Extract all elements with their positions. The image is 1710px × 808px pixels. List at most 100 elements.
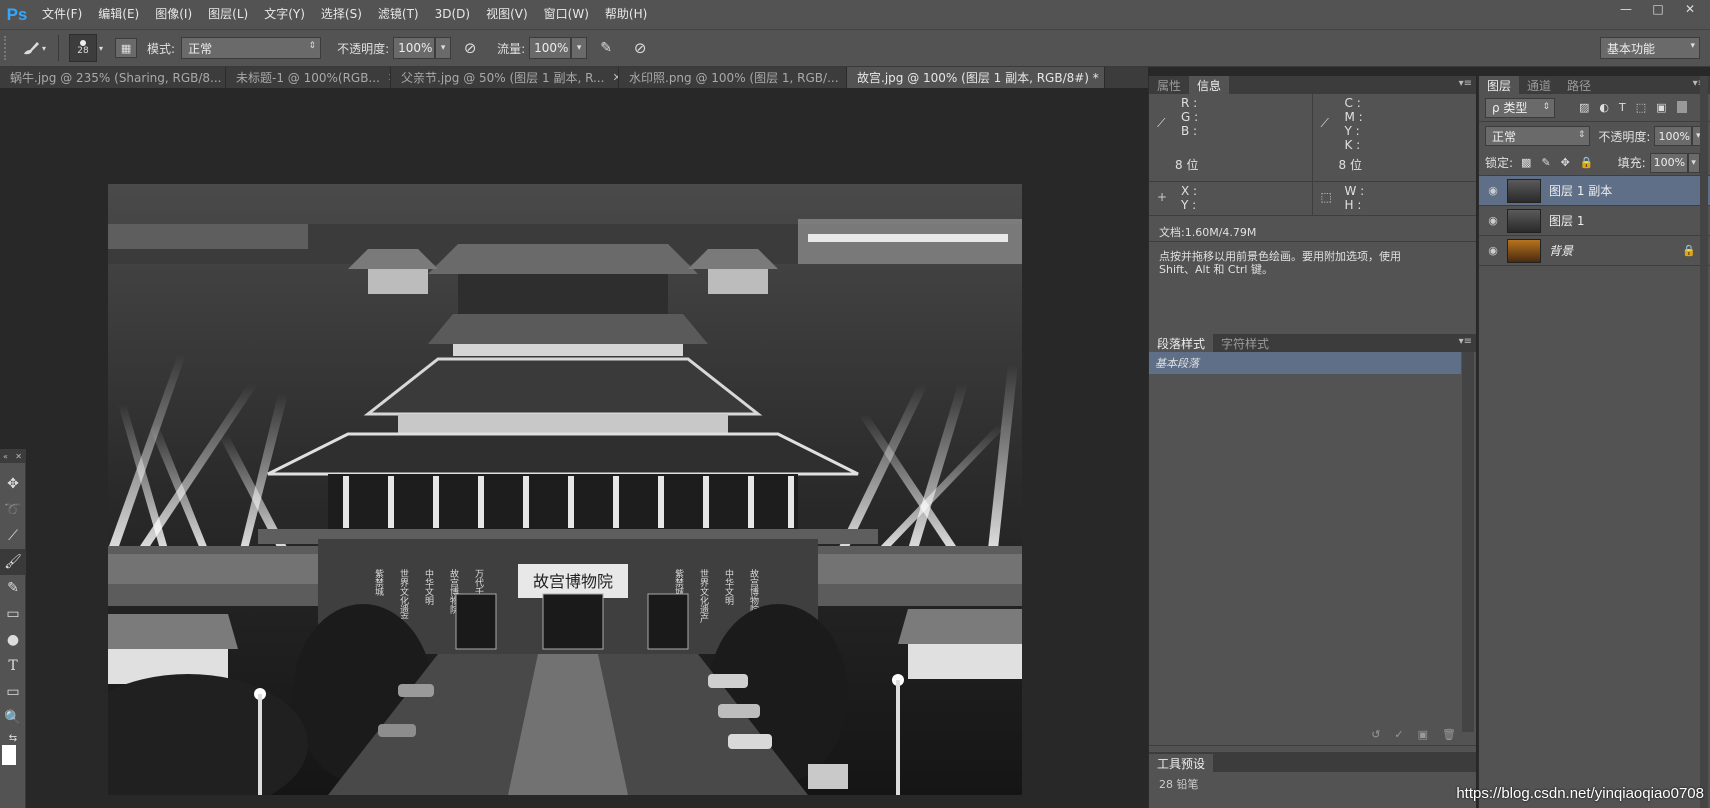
panel-menu-icon[interactable]: ▾≡ — [1459, 78, 1472, 89]
doc-tab-label: 蜗牛.jpg @ 235% (Sharing, RGB/8... — [10, 71, 222, 85]
menu-layer[interactable]: 图层(L) — [200, 0, 256, 29]
foreground-color-swatch[interactable] — [2, 745, 16, 765]
layer-row-background[interactable]: ◉ 背景 🔒 — [1479, 236, 1710, 266]
fill-field[interactable]: 100% — [1649, 152, 1688, 173]
menu-edit[interactable]: 编辑(E) — [90, 0, 147, 29]
chevron-down-icon[interactable]: ▾ — [99, 44, 103, 53]
opacity-dropdown-button[interactable]: ▾ — [435, 37, 452, 59]
flow-dropdown-button[interactable]: ▾ — [571, 37, 588, 59]
tab-layers[interactable]: 图层 — [1479, 76, 1520, 94]
tab-channels[interactable]: 通道 — [1519, 76, 1559, 94]
move-tool[interactable]: ✥ — [0, 471, 26, 497]
filter-shape-icon[interactable]: ⬚ — [1636, 101, 1646, 114]
redefine-style-icon[interactable]: ✓ — [1394, 728, 1403, 741]
shape-tool[interactable]: ▭ — [0, 679, 26, 705]
doc-tab-watermark[interactable]: 水印照.png @ 100% (图层 1, RGB/...✕ — [619, 67, 847, 88]
doc-tab-untitled[interactable]: 未标题-1 @ 100%(RGB...✕ — [226, 67, 391, 88]
menu-filter[interactable]: 滤镜(T) — [370, 0, 427, 29]
doc-tab-forbidden-city[interactable]: 故宫.jpg @ 100% (图层 1 副本, RGB/8#) *✕ — [847, 67, 1105, 88]
tab-properties[interactable]: 属性 — [1149, 76, 1189, 94]
collapse-icon[interactable]: « — [3, 452, 8, 461]
opacity-field[interactable]: 100% — [393, 37, 436, 59]
maximize-button[interactable]: □ — [1642, 0, 1674, 18]
tool-preset-item[interactable]: 28 铅笔 — [1149, 772, 1476, 796]
filter-pixel-icon[interactable]: ▨ — [1579, 101, 1589, 114]
lock-all-icon[interactable]: 🔒 — [1580, 156, 1594, 169]
eye-icon[interactable]: ◉ — [1479, 244, 1507, 257]
menu-window[interactable]: 窗口(W) — [536, 0, 597, 29]
brush-tool-preset-button[interactable]: ▾ — [18, 38, 48, 58]
window-controls: — □ ✕ — [1610, 0, 1706, 18]
workspace-value: 基本功能 — [1607, 41, 1656, 56]
paragraph-panel-tabs: 段落样式 字符样式 ▾≡ — [1149, 334, 1476, 352]
info-w-label: W : — [1344, 184, 1365, 198]
swap-colors-button[interactable]: ⇆ — [0, 731, 26, 745]
fill-dropdown[interactable]: ▾ — [1687, 152, 1700, 173]
dodge-tool[interactable]: ● — [0, 627, 26, 653]
eye-icon[interactable]: ◉ — [1479, 214, 1507, 227]
info-r-label: R : — [1181, 96, 1198, 110]
history-brush-tool[interactable]: ✎ — [0, 575, 26, 601]
doc-tab-snail[interactable]: 蜗牛.jpg @ 235% (Sharing, RGB/8...✕ — [0, 67, 226, 88]
layer-name: 图层 1 — [1549, 214, 1585, 228]
trash-icon[interactable]: 🗑 — [1442, 728, 1456, 741]
paragraph-style-item[interactable]: 基本段落 — [1149, 352, 1461, 374]
menu-file[interactable]: 文件(F) — [34, 0, 90, 29]
close-button[interactable]: ✕ — [1674, 0, 1706, 18]
brush-tool[interactable]: 🖌 — [0, 549, 26, 575]
layers-scrollbar[interactable] — [1700, 76, 1708, 808]
eye-icon[interactable]: ◉ — [1479, 184, 1507, 197]
brush-size-picker[interactable]: 28 — [69, 34, 97, 62]
panel-menu-icon[interactable]: ▾≡ — [1459, 336, 1472, 347]
tab-tool-presets[interactable]: 工具预设 — [1149, 754, 1214, 772]
tab-info[interactable]: 信息 — [1189, 76, 1230, 94]
paragraph-scrollbar[interactable] — [1462, 352, 1474, 732]
menu-3d[interactable]: 3D(D) — [427, 0, 478, 29]
flow-field[interactable]: 100% — [529, 37, 572, 59]
mode-select[interactable]: 正常 ⇕ — [181, 37, 322, 59]
brush-panel-toggle-icon[interactable]: ▦ — [115, 38, 138, 58]
gradient-tool[interactable]: ▭ — [0, 601, 26, 627]
type-tool[interactable]: T — [0, 653, 26, 679]
lock-transparent-icon[interactable]: ▩ — [1521, 156, 1531, 169]
layer-filter-value: ρ 类型 — [1492, 101, 1528, 115]
layer-opacity-field[interactable]: 100% — [1654, 126, 1693, 146]
zoom-tool[interactable]: 🔍 — [0, 705, 26, 731]
filter-smart-object-icon[interactable]: ▣ — [1656, 101, 1666, 114]
info-rgb-block: ⟋ R : G : B : 8 位 — [1149, 94, 1313, 181]
layer-filter-select[interactable]: ρ 类型 ⇕ — [1485, 97, 1555, 118]
mode-value: 正常 — [188, 41, 213, 56]
blend-mode-select[interactable]: 正常 ⇕ — [1485, 126, 1591, 146]
airbrush-icon[interactable]: ✎ — [595, 37, 617, 59]
minimize-button[interactable]: — — [1610, 0, 1642, 18]
filter-adjustment-icon[interactable]: ◐ — [1599, 101, 1609, 114]
clear-override-icon[interactable]: ↺ — [1371, 728, 1380, 741]
tab-paragraph-styles[interactable]: 段落样式 — [1149, 334, 1214, 352]
layer-name: 背景 — [1549, 244, 1574, 258]
eyedropper-tool[interactable]: ⟋ — [0, 523, 26, 549]
lasso-tool[interactable]: ➰ — [0, 497, 26, 523]
filter-toggle-icon[interactable] — [1676, 101, 1687, 113]
couplet-text-left: 世界文化遗产 — [398, 568, 409, 624]
doc-tab-label: 水印照.png @ 100% (图层 1, RGB/... — [629, 71, 839, 85]
tab-paths[interactable]: 路径 — [1559, 76, 1599, 94]
menu-type[interactable]: 文字(Y) — [256, 0, 313, 29]
layer-row-copy[interactable]: ◉ 图层 1 副本 — [1479, 176, 1710, 206]
new-style-icon[interactable]: ▣ — [1418, 728, 1428, 741]
workspace-select[interactable]: 基本功能 ▾ — [1600, 37, 1700, 59]
lock-image-icon[interactable]: ✎ — [1541, 156, 1550, 169]
menu-select[interactable]: 选择(S) — [313, 0, 370, 29]
menu-help[interactable]: 帮助(H) — [597, 0, 655, 29]
pressure-size-icon[interactable]: ⊘ — [629, 37, 651, 59]
museum-plaque: 故宫博物院 — [533, 572, 613, 591]
close-icon[interactable]: ✕ — [15, 452, 22, 461]
pressure-opacity-icon[interactable]: ⊘ — [459, 37, 481, 59]
layer-row-layer1[interactable]: ◉ 图层 1 — [1479, 206, 1710, 236]
filter-type-icon[interactable]: T — [1619, 101, 1626, 114]
document-image[interactable]: 故宫博物院 紫禁城 世界文化遗产 中华文明 故宫博物院 万代千秋 紫禁城 世界文… — [108, 184, 1022, 795]
doc-tab-fathers-day[interactable]: 父亲节.jpg @ 50% (图层 1 副本, R...✕ — [391, 67, 619, 88]
tab-character-styles[interactable]: 字符样式 — [1213, 334, 1277, 352]
menu-image[interactable]: 图像(I) — [147, 0, 200, 29]
lock-position-icon[interactable]: ✥ — [1561, 156, 1570, 169]
menu-view[interactable]: 视图(V) — [478, 0, 536, 29]
